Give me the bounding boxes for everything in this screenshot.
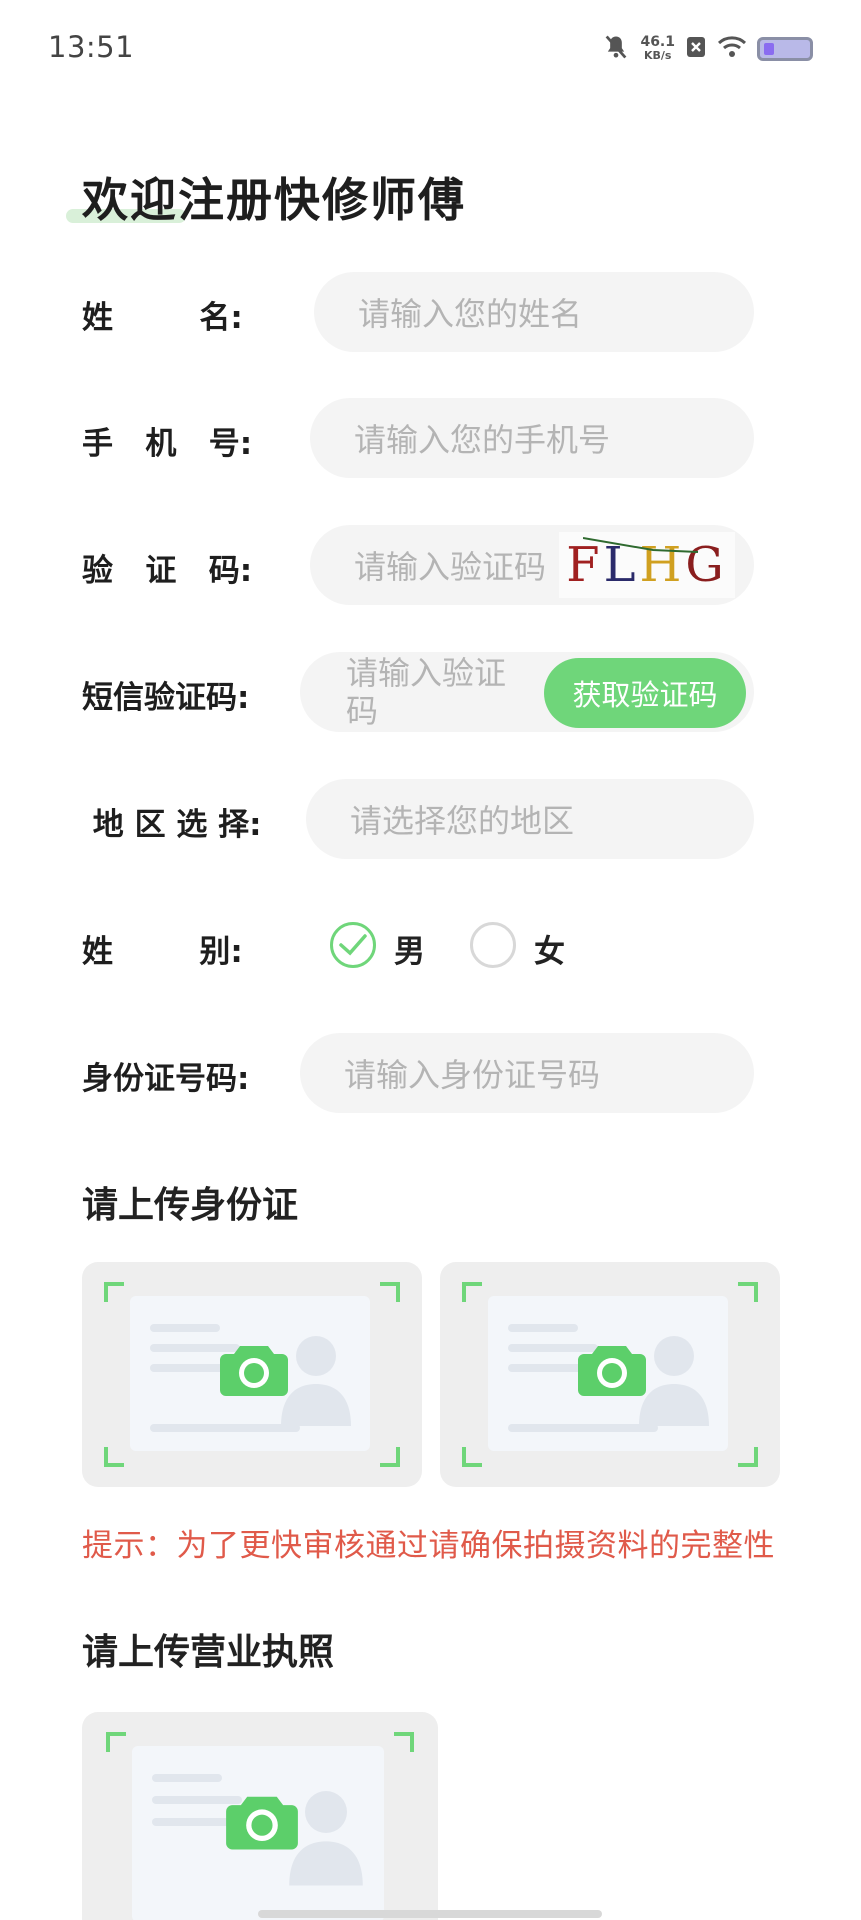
frame-corner (104, 1447, 124, 1467)
phone-placeholder: 请输入您的手机号 (354, 421, 611, 459)
id-number-placeholder: 请输入身份证号码 (344, 1056, 601, 1094)
upload-hint: 提示：为了更快审核通过请确保拍摄资料的完整性 (82, 1528, 775, 1564)
frame-corner (380, 1447, 400, 1467)
frame-corner (462, 1282, 482, 1302)
gender-male-label[interactable]: 男 (394, 926, 425, 971)
region-label: 地 区 选 择: (82, 807, 262, 843)
frame-corner (104, 1282, 124, 1302)
status-time: 13:51 (48, 30, 135, 64)
name-label: 姓 名: (82, 300, 243, 336)
phone-input[interactable]: 请输入您的手机号 (310, 398, 754, 478)
net-speed-value: 46.1 (640, 34, 675, 50)
close-box-icon (685, 35, 707, 63)
status-icons: 46.1 KB/s (602, 32, 813, 66)
license-section-title: 请上传营业执照 (82, 1632, 335, 1673)
gender-male-radio[interactable] (330, 922, 376, 968)
check-icon (339, 934, 367, 956)
battery-icon (757, 37, 813, 61)
id-card-front-upload[interactable] (82, 1262, 422, 1487)
net-speed-unit: KB/s (643, 49, 672, 62)
home-indicator[interactable] (258, 1910, 602, 1918)
name-input[interactable]: 请输入您的姓名 (314, 272, 754, 352)
captcha-placeholder: 请输入验证码 (354, 548, 547, 586)
region-select[interactable]: 请选择您的地区 (306, 779, 754, 859)
frame-corner (462, 1447, 482, 1467)
camera-icon (578, 1346, 646, 1396)
sms-placeholder-line: 码 (346, 692, 379, 730)
wifi-icon (717, 34, 747, 64)
id-number-label: 身份证号码: (82, 1061, 250, 1097)
camera-icon (220, 1346, 288, 1396)
gender-female-radio[interactable] (470, 922, 516, 968)
id-number-input[interactable]: 请输入身份证号码 (300, 1033, 754, 1113)
captcha-noise-line (583, 537, 699, 553)
camera-icon (226, 1796, 298, 1850)
captcha-image[interactable]: F L H G (559, 532, 735, 598)
frame-corner (738, 1447, 758, 1467)
name-placeholder: 请输入您的姓名 (358, 295, 583, 333)
frame-corner (380, 1282, 400, 1302)
sms-placeholder-line: 请输入验证 (346, 654, 507, 692)
gender-female-label[interactable]: 女 (534, 926, 565, 971)
get-code-button[interactable]: 获取验证码 (544, 658, 746, 728)
page-title: 欢迎注册快修师傅 (82, 173, 466, 227)
frame-corner (738, 1282, 758, 1302)
sms-placeholder: 请输入验证 码 (346, 654, 546, 730)
business-license-upload[interactable] (82, 1712, 438, 1920)
id-card-back-upload[interactable] (440, 1262, 780, 1487)
sms-label: 短信验证码: (82, 680, 250, 716)
phone-label: 手 机 号: (82, 426, 253, 462)
net-speed: 46.1 KB/s (640, 35, 675, 63)
id-card-section-title: 请上传身份证 (82, 1185, 299, 1226)
gender-label: 姓 别: (82, 934, 243, 970)
frame-corner (394, 1732, 414, 1752)
frame-corner (106, 1732, 126, 1752)
region-placeholder: 请选择您的地区 (350, 802, 575, 840)
captcha-label: 验 证 码: (82, 553, 253, 589)
mute-icon (602, 33, 630, 65)
